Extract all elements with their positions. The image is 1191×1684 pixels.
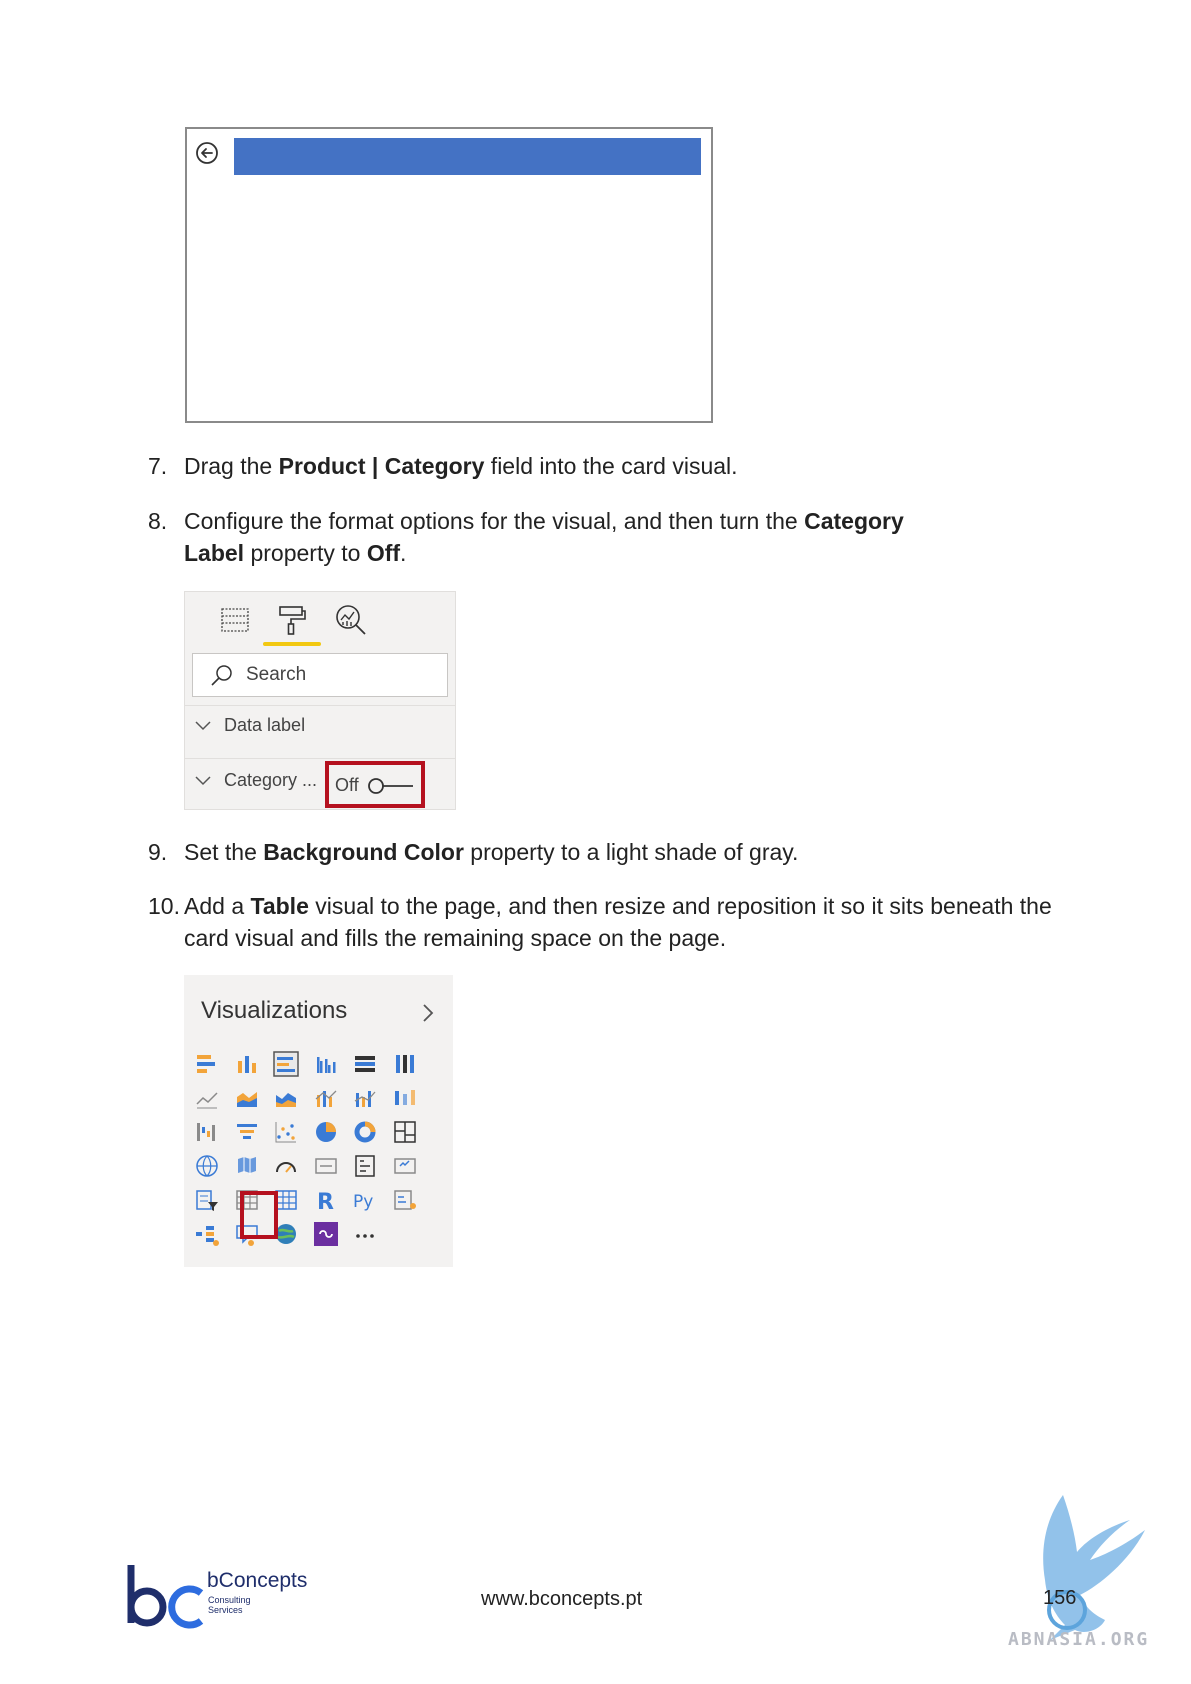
step-bold-field: Background Color	[263, 839, 464, 865]
footer-url: www.bconcepts.pt	[481, 1588, 643, 1610]
divider	[185, 758, 455, 759]
step-bold-field: Label	[184, 540, 245, 566]
stacked-column-icon[interactable]	[234, 1051, 260, 1077]
waterfall-icon[interactable]	[194, 1119, 220, 1145]
step-number: 8.	[148, 508, 168, 534]
pie-icon[interactable]	[313, 1119, 339, 1145]
step-text: Add a	[184, 893, 251, 919]
step-number: 10.	[148, 893, 180, 919]
key-influencers-icon[interactable]	[392, 1187, 418, 1213]
power-apps-icon[interactable]	[313, 1221, 339, 1247]
brand-name: bConcepts	[207, 1569, 308, 1592]
format-pane-screenshot: Search Data label Category ... Off	[184, 591, 456, 810]
gauge-icon[interactable]	[273, 1153, 299, 1179]
step-8: 8. Configure the format options for the …	[148, 505, 1098, 569]
filled-map-icon[interactable]	[234, 1153, 260, 1179]
slicer-icon[interactable]	[194, 1187, 220, 1213]
more-icon[interactable]	[352, 1221, 378, 1247]
toggle-switch-off[interactable]	[367, 777, 415, 795]
scatter-icon[interactable]	[273, 1119, 299, 1145]
decomposition-tree-icon[interactable]	[194, 1221, 220, 1247]
chevron-right-icon[interactable]	[420, 1001, 436, 1025]
stacked-bar-icon[interactable]	[194, 1051, 220, 1077]
funnel-icon[interactable]	[234, 1119, 260, 1145]
step-text: property to a light shade of gray.	[463, 839, 799, 865]
line-column-icon[interactable]	[313, 1085, 339, 1111]
fields-tab-icon[interactable]	[217, 602, 253, 638]
stacked-area-icon[interactable]	[273, 1085, 299, 1111]
100-stacked-bar-icon[interactable]	[352, 1051, 378, 1077]
step-10: 10. Add a Table visual to the page, and …	[148, 890, 1148, 954]
visualizations-pane-screenshot: Visualizations R Py	[184, 975, 453, 1267]
brand-subtitle-line: Services	[208, 1605, 243, 1615]
bconcepts-logo-icon	[127, 1565, 204, 1629]
chevron-down-icon	[195, 721, 211, 731]
analytics-magnifier-icon[interactable]	[333, 602, 369, 638]
back-arrow-icon[interactable]	[195, 141, 219, 165]
step-bold-field: Product | Category	[278, 453, 485, 479]
pane-title: Visualizations	[201, 997, 348, 1024]
step-text: property to	[244, 540, 367, 566]
donut-icon[interactable]	[352, 1119, 378, 1145]
step-text: field into the card visual.	[484, 453, 738, 479]
step-text: Set the	[184, 839, 264, 865]
section-label: Data label	[224, 714, 306, 735]
chevron-down-icon	[195, 776, 211, 786]
svg-text:R: R	[317, 1190, 334, 1213]
step-text: .	[400, 540, 407, 566]
kpi-icon[interactable]	[392, 1153, 418, 1179]
line-clustered-column-icon[interactable]	[352, 1085, 378, 1111]
step-text: Drag the	[184, 453, 279, 479]
step-bold-value: Off	[366, 540, 401, 566]
svg-text:Py: Py	[353, 1192, 373, 1212]
step-number: 9.	[148, 839, 168, 865]
search-icon	[211, 665, 232, 686]
section-data-label[interactable]: Data label	[193, 714, 443, 754]
active-tab-indicator	[263, 642, 321, 646]
step-text: card visual and fills the remaining spac…	[184, 925, 727, 951]
brand-subtitle: Consulting Services	[208, 1595, 251, 1615]
section-category-label[interactable]: Category ...	[193, 769, 323, 809]
multi-row-card-icon[interactable]	[352, 1153, 378, 1179]
card-icon[interactable]	[313, 1153, 339, 1179]
100-stacked-column-icon[interactable]	[392, 1051, 418, 1077]
divider	[185, 705, 455, 706]
line-chart-icon[interactable]	[194, 1085, 220, 1111]
step-number: 7.	[148, 453, 168, 479]
clustered-column-icon[interactable]	[313, 1051, 339, 1077]
map-icon[interactable]	[194, 1153, 220, 1179]
bird-logo-icon	[1043, 1495, 1145, 1640]
card-title-bar	[234, 138, 701, 175]
table-icon-highlight	[240, 1191, 278, 1239]
brand-subtitle-line: Consulting	[208, 1595, 251, 1605]
toggle-state-label: Off	[335, 775, 359, 795]
python-visual-icon[interactable]: Py	[352, 1187, 378, 1213]
step-bold-field: Table	[250, 893, 309, 919]
step-9: 9. Set the Background Color property to …	[148, 836, 1048, 868]
watermark-text: ABNASIA.ORG	[1008, 1629, 1150, 1650]
search-input[interactable]: Search	[192, 653, 448, 697]
card-visual-screenshot	[185, 127, 713, 423]
clustered-bar-icon[interactable]	[273, 1051, 299, 1077]
area-chart-icon[interactable]	[234, 1085, 260, 1111]
ribbon-chart-icon[interactable]	[392, 1085, 418, 1111]
format-paint-roller-icon[interactable]	[274, 602, 310, 638]
step-text: Configure the format options for the vis…	[184, 508, 805, 534]
step-7: 7. Drag the Product | Category field int…	[148, 450, 1048, 482]
step-bold-field: Category	[804, 508, 904, 534]
treemap-icon[interactable]	[392, 1119, 418, 1145]
page-number: 156	[1043, 1587, 1077, 1609]
r-visual-icon[interactable]: R	[313, 1187, 339, 1213]
section-label: Category ...	[224, 769, 318, 790]
category-toggle-highlight: Off	[325, 761, 425, 808]
search-placeholder: Search	[246, 664, 307, 685]
step-text: visual to the page, and then resize and …	[308, 893, 1052, 919]
